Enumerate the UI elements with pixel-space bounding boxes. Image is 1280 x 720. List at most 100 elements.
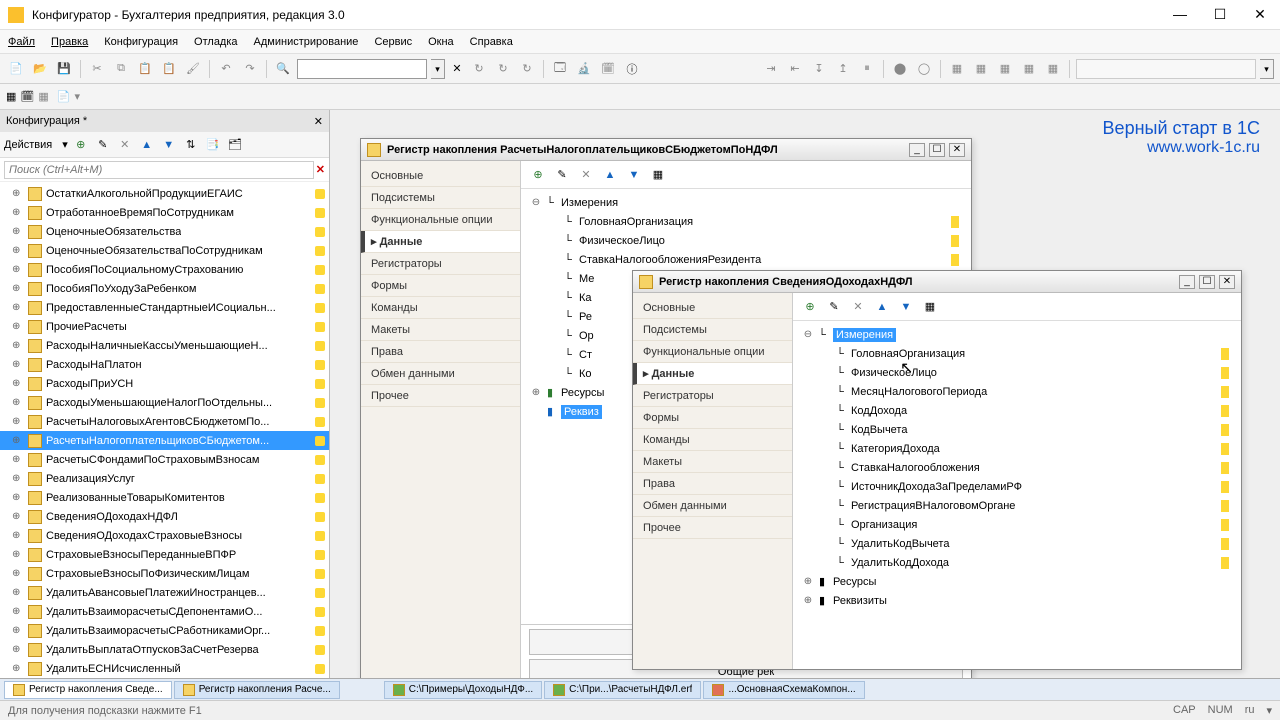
debug-combo-dropdown[interactable]: ▾ xyxy=(1260,59,1274,79)
nav-item[interactable]: Регистраторы xyxy=(361,253,520,275)
dim-item[interactable]: └УдалитьКодДохода xyxy=(801,553,1233,572)
tb2-3-icon[interactable]: ▦ xyxy=(38,90,48,103)
undo-icon[interactable]: ↶ xyxy=(216,59,236,79)
expand-icon[interactable]: ⊕ xyxy=(12,264,24,275)
collapse-icon[interactable]: ⊖ xyxy=(529,197,543,208)
search-clear-icon[interactable]: ✕ xyxy=(316,163,325,176)
props-dim-icon[interactable]: ▦ xyxy=(921,298,939,316)
mdi-max-icon[interactable]: ☐ xyxy=(1199,275,1215,289)
down-dim-icon[interactable]: ▼ xyxy=(625,166,643,184)
group-item[interactable]: ⊕▮Реквизиты xyxy=(801,591,1233,610)
expand-icon[interactable]: ⊕ xyxy=(529,387,543,398)
menu-file[interactable]: Файл xyxy=(8,36,35,48)
br1-icon[interactable]: ⬤ xyxy=(890,59,910,79)
dim-item[interactable]: └МесяцНалоговогоПериода xyxy=(801,382,1233,401)
tree-item[interactable]: ⊕РасходыУменьшающиеНалогПоОтдельны... xyxy=(0,393,329,412)
redo-icon[interactable]: ↷ xyxy=(240,59,260,79)
expand-icon[interactable]: ⊕ xyxy=(12,359,24,370)
nav-item[interactable]: Прочее xyxy=(361,385,520,407)
expand-icon[interactable]: ⊕ xyxy=(12,568,24,579)
expand-icon[interactable]: ⊕ xyxy=(12,378,24,389)
compare-icon[interactable]: 🔬 xyxy=(574,59,594,79)
tree-item[interactable]: ⊕СтраховыеВзносыПоФизическимЛицам xyxy=(0,564,329,583)
group-item[interactable]: ⊕▮Ресурсы xyxy=(801,572,1233,591)
del-dim-icon[interactable]: ✕ xyxy=(577,166,595,184)
nav-item[interactable]: Регистраторы xyxy=(633,385,792,407)
p3-icon[interactable]: ▦ xyxy=(995,59,1015,79)
expand-icon[interactable]: ⊕ xyxy=(12,511,24,522)
new-icon[interactable]: 📄 xyxy=(6,59,26,79)
up-icon[interactable]: ▲ xyxy=(138,136,156,154)
props-dim-icon[interactable]: ▦ xyxy=(649,166,667,184)
menu-debug[interactable]: Отладка xyxy=(194,36,237,48)
mdi-max-icon[interactable]: ☐ xyxy=(929,143,945,157)
filter2-icon[interactable]: 🗂 xyxy=(226,136,244,154)
tree-item[interactable]: ⊕ПредоставленныеСтандартныеИСоциальн... xyxy=(0,298,329,317)
expand-icon[interactable]: ⊕ xyxy=(12,207,24,218)
step-icon[interactable]: ⇥ xyxy=(761,59,781,79)
toolbar-search-input[interactable] xyxy=(297,59,427,79)
nav-item[interactable]: Макеты xyxy=(633,451,792,473)
menu-edit[interactable]: Правка xyxy=(51,36,88,48)
task-2[interactable]: C:\Примеры\ДоходыНДФ... xyxy=(384,681,542,699)
collapse-icon[interactable]: ⊖ xyxy=(801,329,815,340)
expand-icon[interactable]: ⊕ xyxy=(12,245,24,256)
mdi-min-icon[interactable]: _ xyxy=(1179,275,1195,289)
expand-icon[interactable]: ⊕ xyxy=(12,435,24,446)
menu-help[interactable]: Справка xyxy=(470,36,513,48)
dim-item[interactable]: └ГоловнаяОрганизация xyxy=(801,344,1233,363)
actions-dropdown-icon[interactable]: ▾ xyxy=(62,138,68,151)
tree-item[interactable]: ⊕ОценочныеОбязательства xyxy=(0,222,329,241)
sort-icon[interactable]: ⇅ xyxy=(182,136,200,154)
expand-icon[interactable]: ⊕ xyxy=(12,549,24,560)
tree-item[interactable]: ⊕РасходыНаПлатон xyxy=(0,355,329,374)
expand-icon[interactable]: ⊕ xyxy=(12,473,24,484)
nav-item[interactable]: Основные xyxy=(633,297,792,319)
config-tree[interactable]: ⊕ОстаткиАлкогольнойПродукцииЕГАИС⊕Отрабо… xyxy=(0,182,329,680)
dim-item[interactable]: └ИсточникДоходаЗаПределамиРФ xyxy=(801,477,1233,496)
step2-icon[interactable]: ⇤ xyxy=(785,59,805,79)
edit-dim-icon[interactable]: ✎ xyxy=(825,298,843,316)
refresh3-icon[interactable]: ↻ xyxy=(517,59,537,79)
dim-item[interactable]: └ГоловнаяОрганизация xyxy=(529,212,963,231)
step3-icon[interactable]: ↧ xyxy=(809,59,829,79)
tb2-4-icon[interactable]: 📄 xyxy=(57,90,71,103)
toolbar-search-clear[interactable]: ✕ xyxy=(449,59,465,79)
save-icon[interactable]: 💾 xyxy=(54,59,74,79)
nav-item[interactable]: Формы xyxy=(361,275,520,297)
tb2-1-icon[interactable]: ▦ xyxy=(6,90,16,103)
nav-item[interactable]: Макеты xyxy=(361,319,520,341)
tree-item[interactable]: ⊕ОтработанноеВремяПоСотрудникам xyxy=(0,203,329,222)
copy-icon[interactable]: ⧉ xyxy=(111,59,131,79)
tree-item[interactable]: ⊕УдалитьЕСНИсчисленный xyxy=(0,659,329,678)
mdi-close-icon[interactable]: ✕ xyxy=(949,143,965,157)
tree-item[interactable]: ⊕ОстаткиАлкогольнойПродукцииЕГАИС xyxy=(0,184,329,203)
task-0[interactable]: Регистр накопления Сведе... xyxy=(4,681,172,699)
expand-icon[interactable]: ⊕ xyxy=(12,454,24,465)
paste2-icon[interactable]: 📋 xyxy=(159,59,179,79)
expand-icon[interactable]: ⊕ xyxy=(12,416,24,427)
expand-icon[interactable]: ⊕ xyxy=(801,595,815,606)
nav-item[interactable]: Прочее xyxy=(633,517,792,539)
close-button[interactable]: ✕ xyxy=(1248,6,1272,23)
dim-item[interactable]: └КодДохода xyxy=(801,401,1233,420)
del-dim-icon[interactable]: ✕ xyxy=(849,298,867,316)
expand-icon[interactable]: ⊕ xyxy=(12,644,24,655)
expand-icon[interactable]: ⊕ xyxy=(801,576,815,587)
expand-icon[interactable]: ⊕ xyxy=(12,397,24,408)
tree-item[interactable]: ⊕РеализацияУслуг xyxy=(0,469,329,488)
tree-item[interactable]: ⊕УдалитьВзаиморасчетыСРаботникамиОрг... xyxy=(0,621,329,640)
tb2-5-icon[interactable]: ▾ xyxy=(74,90,80,103)
status-lang-dropdown-icon[interactable]: ▾ xyxy=(1266,704,1272,717)
nav-item[interactable]: Права xyxy=(633,473,792,495)
tree-item[interactable]: ⊕УдалитьВыплатаОтпусковЗаСчетРезерва xyxy=(0,640,329,659)
menu-service[interactable]: Сервис xyxy=(374,36,412,48)
task-3[interactable]: C:\При...\РасчетыНДФЛ.erf xyxy=(544,681,701,699)
paste-icon[interactable]: 📋 xyxy=(135,59,155,79)
nav-item[interactable]: Команды xyxy=(361,297,520,319)
tree-item[interactable]: ⊕РасходыПриУСН xyxy=(0,374,329,393)
edit-icon[interactable]: ✎ xyxy=(94,136,112,154)
p1-icon[interactable]: ▦ xyxy=(947,59,967,79)
tree-item[interactable]: ⊕РеализованныеТоварыКомитентов xyxy=(0,488,329,507)
expand-icon[interactable]: ⊕ xyxy=(12,226,24,237)
